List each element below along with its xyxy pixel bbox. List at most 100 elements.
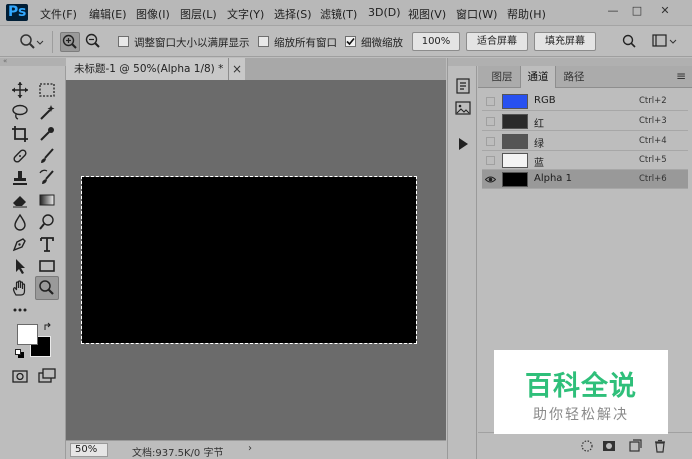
eye-icon[interactable]: [484, 174, 497, 185]
document-tab[interactable]: 未标题-1 @ 50%(Alpha 1/8) *: [66, 58, 229, 80]
lasso-tool-icon[interactable]: [10, 102, 30, 122]
channel-shortcut: Ctrl+5: [639, 155, 667, 165]
blur-tool-icon[interactable]: [10, 212, 30, 232]
properties-panel-icon[interactable]: [453, 98, 473, 118]
tab-channels[interactable]: 通道: [520, 66, 556, 88]
channel-shortcut: Ctrl+4: [639, 136, 667, 146]
dock-grip[interactable]: [448, 58, 478, 66]
channel-row-blue[interactable]: 蓝 Ctrl+5: [482, 151, 688, 170]
close-document-icon[interactable]: ×: [229, 58, 245, 80]
menu-file[interactable]: 文件(F): [40, 6, 77, 22]
healing-brush-tool-icon[interactable]: [10, 146, 30, 166]
panel-menu-icon[interactable]: ≡: [676, 69, 686, 83]
menu-3d[interactable]: 3D(D): [368, 6, 401, 19]
zoom-tool-preset-icon[interactable]: [18, 32, 44, 52]
options-bar: 调整窗口大小以满屏显示 缩放所有窗口 细微缩放 100% 适合屏幕 填充屏幕: [0, 27, 692, 57]
minimize-button[interactable]: —: [602, 3, 624, 19]
channel-thumbnail: [502, 94, 528, 109]
hand-tool-icon[interactable]: [10, 278, 30, 298]
watermark: 百科全说 助你轻松解决: [494, 350, 668, 434]
channel-thumbnail: [502, 134, 528, 149]
screen-mode-icon[interactable]: [37, 366, 57, 386]
color-swatches[interactable]: [15, 322, 55, 362]
channel-row-alpha[interactable]: Alpha 1 Ctrl+6: [482, 170, 688, 189]
history-panel-icon[interactable]: [453, 76, 473, 96]
restore-button[interactable]: □: [626, 3, 648, 19]
panel-grip[interactable]: [478, 58, 692, 66]
visibility-toggle[interactable]: [486, 97, 495, 106]
fit-screen-button[interactable]: 适合屏幕: [466, 32, 528, 51]
type-tool-icon[interactable]: [37, 234, 57, 254]
scrubby-zoom-checkbox[interactable]: [345, 36, 356, 47]
crop-tool-icon[interactable]: [10, 124, 30, 144]
menu-window[interactable]: 窗口(W): [456, 6, 497, 22]
zoom-out-icon[interactable]: [84, 32, 104, 52]
menu-help[interactable]: 帮助(H): [507, 6, 546, 22]
menu-image[interactable]: 图像(I): [136, 6, 170, 22]
eyedropper-tool-icon[interactable]: [37, 124, 57, 144]
fill-screen-button[interactable]: 填充屏幕: [534, 32, 596, 51]
zoom-tool-icon[interactable]: [35, 276, 59, 300]
path-selection-tool-icon[interactable]: [10, 256, 30, 276]
separator: [52, 31, 53, 53]
rectangle-tool-icon[interactable]: [37, 256, 57, 276]
resize-windows-checkbox[interactable]: [118, 36, 129, 47]
channel-name: 红: [534, 119, 544, 130]
status-menu-arrow-icon[interactable]: ›: [248, 443, 252, 454]
swap-colors-icon[interactable]: [43, 322, 53, 332]
panel-tab-bar: 图层 通道 路径 ≡: [478, 66, 692, 88]
clone-stamp-tool-icon[interactable]: [10, 168, 30, 188]
load-selection-icon[interactable]: [580, 439, 594, 453]
watermark-title: 百科全说: [525, 371, 637, 402]
visibility-toggle[interactable]: [486, 117, 495, 126]
channel-shortcut: Ctrl+2: [639, 96, 667, 106]
document-canvas[interactable]: [81, 176, 417, 344]
menu-view[interactable]: 视图(V): [408, 6, 446, 22]
default-colors-icon[interactable]: [15, 349, 25, 359]
zoom-100-button[interactable]: 100%: [412, 32, 460, 51]
tab-paths[interactable]: 路径: [556, 66, 592, 88]
actions-play-icon[interactable]: [453, 134, 473, 154]
photoshop-logo: Ps: [6, 4, 29, 21]
channel-shortcut: Ctrl+6: [639, 174, 667, 184]
menu-edit[interactable]: 编辑(E): [89, 6, 127, 22]
brush-tool-icon[interactable]: [37, 146, 57, 166]
channel-shortcut: Ctrl+3: [639, 116, 667, 126]
move-tool-icon[interactable]: [10, 80, 30, 100]
marquee-tool-icon[interactable]: [37, 80, 57, 100]
search-icon[interactable]: [620, 32, 640, 52]
zoom-level-field[interactable]: 50%: [70, 443, 108, 457]
quick-mask-icon[interactable]: [10, 366, 30, 386]
tab-layers[interactable]: 图层: [484, 66, 520, 88]
gradient-tool-icon[interactable]: [37, 190, 57, 210]
pen-tool-icon[interactable]: [10, 234, 30, 254]
quick-selection-tool-icon[interactable]: [37, 102, 57, 122]
scrubby-zoom-label: 细微缩放: [361, 37, 403, 49]
channel-thumbnail: [502, 114, 528, 129]
delete-channel-icon[interactable]: [653, 439, 667, 453]
zoom-in-icon[interactable]: [60, 32, 80, 52]
zoom-all-checkbox[interactable]: [258, 36, 269, 47]
tools-panel-grip[interactable]: «: [0, 58, 66, 66]
menu-layer[interactable]: 图层(L): [180, 6, 217, 22]
menu-select[interactable]: 选择(S): [274, 6, 312, 22]
foreground-color-swatch[interactable]: [17, 324, 38, 345]
close-button[interactable]: ✕: [654, 3, 676, 19]
more-tools-icon[interactable]: [10, 300, 34, 320]
visibility-toggle[interactable]: [486, 137, 495, 146]
channel-row-rgb[interactable]: RGB Ctrl+2: [482, 92, 688, 111]
workspace-switcher-icon[interactable]: [650, 32, 680, 52]
channel-row-green[interactable]: 绿 Ctrl+4: [482, 132, 688, 151]
menu-type[interactable]: 文字(Y): [227, 6, 264, 22]
channel-name: RGB: [534, 95, 556, 106]
eraser-tool-icon[interactable]: [10, 190, 30, 210]
channel-row-red[interactable]: 红 Ctrl+3: [482, 112, 688, 131]
save-selection-icon[interactable]: [602, 439, 616, 453]
visibility-toggle[interactable]: [486, 156, 495, 165]
history-brush-tool-icon[interactable]: [37, 168, 57, 188]
menu-filter[interactable]: 滤镜(T): [320, 6, 357, 22]
document-status-bar: 50% 文档:937.5K/0 字节 ›: [66, 440, 446, 459]
dodge-tool-icon[interactable]: [37, 212, 57, 232]
document-size-info: 文档:937.5K/0 字节: [132, 448, 224, 459]
new-channel-icon[interactable]: [628, 439, 642, 453]
